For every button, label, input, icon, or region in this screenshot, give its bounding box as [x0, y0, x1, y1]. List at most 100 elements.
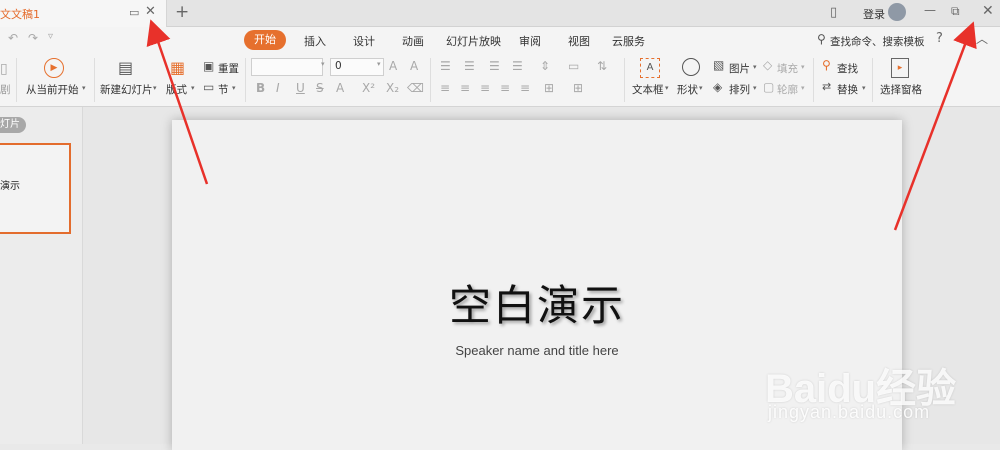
align-right-icon[interactable]: ≡: [480, 81, 490, 95]
chevron-down-icon[interactable]: ▾: [191, 84, 195, 92]
bold-icon[interactable]: B: [256, 81, 265, 95]
italic-icon[interactable]: I: [276, 81, 280, 95]
strikethrough-icon[interactable]: S: [316, 81, 324, 95]
arrange-icon[interactable]: ◈: [713, 80, 722, 94]
tab-cloud[interactable]: 云服务: [612, 33, 645, 49]
section-icon[interactable]: ▭: [203, 80, 214, 94]
shape-icon[interactable]: [682, 58, 700, 76]
tab-insert[interactable]: 插入: [304, 33, 326, 49]
pin-icon[interactable]: ▭: [129, 6, 139, 19]
chevron-down-icon[interactable]: ▾: [801, 63, 805, 71]
line-spacing-icon[interactable]: ⇕: [540, 59, 550, 73]
slide-title[interactable]: 空白演示: [172, 272, 902, 333]
selection-pane-icon[interactable]: ▸: [891, 58, 909, 78]
slides-tab[interactable]: 灯片: [0, 117, 26, 133]
slide-thumbnail[interactable]: 演示: [0, 143, 71, 234]
play-icon[interactable]: ▶: [44, 58, 64, 78]
selection-pane-button[interactable]: 选择窗格: [880, 82, 922, 97]
subscript-icon[interactable]: X₂: [386, 81, 399, 95]
align-center-icon[interactable]: ≡: [460, 81, 470, 95]
avatar[interactable]: [888, 3, 906, 21]
align-left-icon[interactable]: ≡: [440, 81, 450, 95]
columns-icon[interactable]: ▭: [568, 59, 579, 73]
font-shrink-icon[interactable]: A: [410, 59, 418, 73]
more-icon[interactable]: ⋮: [958, 31, 971, 46]
underline-icon[interactable]: U: [296, 81, 305, 95]
layout-icon[interactable]: ▦: [170, 58, 185, 77]
find-button[interactable]: 查找: [837, 61, 858, 76]
replace-button[interactable]: 替换: [837, 82, 858, 97]
chevron-down-icon[interactable]: ▾: [377, 60, 381, 68]
chevron-down-icon[interactable]: ▾: [321, 60, 325, 68]
clear-format-icon[interactable]: ⌫: [407, 81, 424, 95]
quick-access-dropdown-icon[interactable]: ▿: [48, 31, 53, 42]
textbox-icon[interactable]: A: [640, 58, 660, 78]
font-name-select[interactable]: [251, 58, 323, 76]
font-grow-icon[interactable]: A: [389, 59, 397, 73]
close-tab-icon[interactable]: ✕: [145, 4, 156, 19]
redo-icon[interactable]: ↷: [28, 31, 38, 45]
find-icon[interactable]: ⚲: [822, 58, 831, 72]
font-color-icon[interactable]: A: [336, 81, 344, 95]
section-button[interactable]: 节: [218, 82, 229, 97]
reset-button[interactable]: 重置: [218, 61, 239, 76]
reset-icon[interactable]: ▣: [203, 59, 214, 73]
fill-icon[interactable]: ◇: [763, 58, 772, 72]
distribute-icon[interactable]: ≡: [520, 81, 530, 95]
separator: [430, 58, 431, 102]
tab-slideshow[interactable]: 幻灯片放映: [446, 33, 501, 49]
tab-design[interactable]: 设计: [353, 33, 375, 49]
close-window-icon[interactable]: ✕: [982, 3, 994, 19]
chevron-down-icon[interactable]: ▾: [699, 84, 703, 92]
fill-button[interactable]: 填充: [777, 61, 798, 76]
chevron-down-icon[interactable]: ▾: [82, 84, 86, 92]
shape-button[interactable]: 形状: [677, 82, 698, 97]
chevron-down-icon[interactable]: ▾: [753, 84, 757, 92]
search-icon[interactable]: ⚲: [817, 32, 826, 46]
superscript-icon[interactable]: X²: [362, 81, 375, 95]
new-slide-icon[interactable]: ▤: [118, 58, 133, 77]
slides-tab-label: 灯片: [0, 119, 20, 130]
font-size-box[interactable]: 0: [330, 58, 384, 76]
window-mode-icon[interactable]: ▯: [830, 5, 837, 20]
numbered-list-icon[interactable]: ☰: [464, 59, 475, 73]
arrange-button[interactable]: 排列: [729, 82, 750, 97]
restore-icon[interactable]: ⧉: [951, 4, 960, 19]
bullet-list-icon[interactable]: ☰: [440, 59, 451, 73]
separator: [624, 58, 625, 102]
chevron-down-icon[interactable]: ▾: [753, 63, 757, 71]
picture-button[interactable]: 图片: [729, 61, 750, 76]
new-slide-button[interactable]: 新建幻灯片: [100, 82, 153, 97]
login-link[interactable]: 登录: [863, 6, 885, 22]
decrease-indent-icon[interactable]: ☰: [489, 59, 500, 73]
outline-button[interactable]: 轮廓: [777, 82, 798, 97]
undo-icon[interactable]: ↶: [8, 31, 18, 45]
tab-home[interactable]: 开始: [244, 30, 286, 50]
tab-view[interactable]: 视图: [568, 33, 590, 49]
smartart-icon[interactable]: ⊞: [573, 81, 583, 95]
textbox-button[interactable]: 文本框: [632, 82, 664, 97]
tab-animation[interactable]: 动画: [402, 33, 424, 49]
layout-button[interactable]: 版式: [166, 82, 187, 97]
chevron-down-icon[interactable]: ▾: [862, 84, 866, 92]
justify-icon[interactable]: ≡: [500, 81, 510, 95]
chevron-down-icon[interactable]: ▾: [801, 84, 805, 92]
help-icon[interactable]: ?: [936, 31, 943, 46]
picture-icon[interactable]: ▧: [713, 58, 724, 72]
increase-indent-icon[interactable]: ☰: [512, 59, 523, 73]
replace-icon[interactable]: ⇄: [822, 80, 831, 93]
clipboard-icon[interactable]: ▯: [0, 61, 8, 77]
chevron-down-icon[interactable]: ▾: [153, 84, 157, 92]
minimize-icon[interactable]: —: [924, 3, 936, 17]
new-tab-button[interactable]: +: [175, 2, 189, 22]
outline-icon[interactable]: ▢: [763, 80, 774, 94]
collapse-ribbon-icon[interactable]: ︿: [976, 30, 988, 47]
command-search-input[interactable]: 查找命令、搜索模板: [830, 34, 925, 49]
chevron-down-icon[interactable]: ▾: [665, 84, 669, 92]
text-align-icon[interactable]: ⊞: [544, 81, 554, 95]
text-direction-icon[interactable]: ⇅: [597, 59, 607, 73]
from-current-button[interactable]: 从当前开始: [26, 82, 79, 97]
tab-review[interactable]: 审阅: [519, 33, 541, 49]
document-tab[interactable]: 文文稿1 ▭ ✕: [0, 0, 167, 27]
chevron-down-icon[interactable]: ▾: [232, 84, 236, 92]
